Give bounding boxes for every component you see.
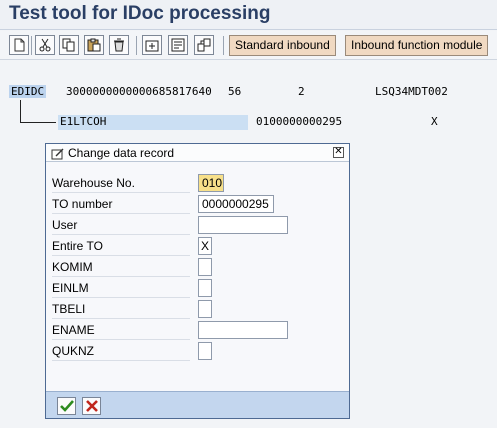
inbound-function-module-button[interactable]: Inbound function module: [345, 35, 489, 56]
close-icon[interactable]: ✕: [333, 147, 344, 158]
ename-input[interactable]: [198, 321, 288, 339]
new-document-icon[interactable]: [9, 35, 29, 55]
cut-icon[interactable]: [35, 35, 55, 55]
dialog-title-text: Change data record: [68, 146, 175, 160]
dialog-footer: [46, 391, 349, 418]
application-toolbar: Standard inbound Inbound function module: [0, 31, 497, 60]
tree-connector-vertical: [20, 100, 21, 122]
change-data-record-dialog: Change data record ✕ Warehouse No. 010 T…: [45, 143, 350, 419]
field-label-entire-to: Entire TO: [52, 237, 190, 256]
standard-inbound-button[interactable]: Standard inbound: [229, 35, 336, 56]
cancel-button[interactable]: [82, 397, 101, 415]
page-title: Test tool for IDoc processing: [0, 0, 497, 30]
paste-icon[interactable]: [84, 35, 104, 55]
entire-to-input[interactable]: X: [198, 237, 212, 255]
edit-segment-icon[interactable]: [168, 35, 188, 55]
einlm-input[interactable]: [198, 279, 212, 297]
edidc-field-3: 2: [298, 85, 305, 98]
delete-icon[interactable]: [109, 35, 129, 55]
tbeli-input[interactable]: [198, 300, 212, 318]
komim-input[interactable]: [198, 258, 212, 276]
insert-segment-icon[interactable]: [142, 35, 162, 55]
quknz-input[interactable]: [198, 342, 212, 360]
field-label-user: User: [52, 216, 190, 235]
field-label-ename: ENAME: [52, 321, 190, 340]
field-label-quknz: QUKNZ: [52, 342, 190, 361]
edidc-field-4: LSQ34MDT002: [375, 85, 448, 98]
e1ltcoh-field-1: 0100000000295: [256, 115, 343, 128]
warehouse-no-input[interactable]: 010: [198, 174, 224, 192]
user-input[interactable]: [198, 216, 288, 234]
to-number-input[interactable]: 0000000295: [198, 195, 274, 213]
edidc-field-2: 56: [228, 85, 242, 98]
checkmark-icon: [59, 399, 74, 413]
segment-e1ltcoh[interactable]: E1LTCOH: [58, 115, 248, 130]
edit-record-icon: [51, 147, 65, 160]
cancel-icon: [85, 399, 99, 413]
segment-edidc[interactable]: EDIDC: [9, 85, 47, 98]
field-label-tbeli: TBELI: [52, 300, 190, 319]
tree-connector-horizontal: [20, 122, 56, 123]
field-label-komim: KOMIM: [52, 258, 190, 277]
copy-icon[interactable]: [59, 35, 79, 55]
dialog-title-bar: Change data record ✕: [46, 144, 349, 162]
e1ltcoh-field-2: X: [431, 115, 438, 128]
confirm-button[interactable]: [57, 397, 76, 415]
field-label-to-number: TO number: [52, 195, 190, 214]
field-label-warehouse-no: Warehouse No.: [52, 174, 190, 193]
edidc-field-1: 3000000000000685817640: [66, 85, 212, 98]
copy-segment-icon[interactable]: [194, 35, 214, 55]
field-label-einlm: EINLM: [52, 279, 190, 298]
